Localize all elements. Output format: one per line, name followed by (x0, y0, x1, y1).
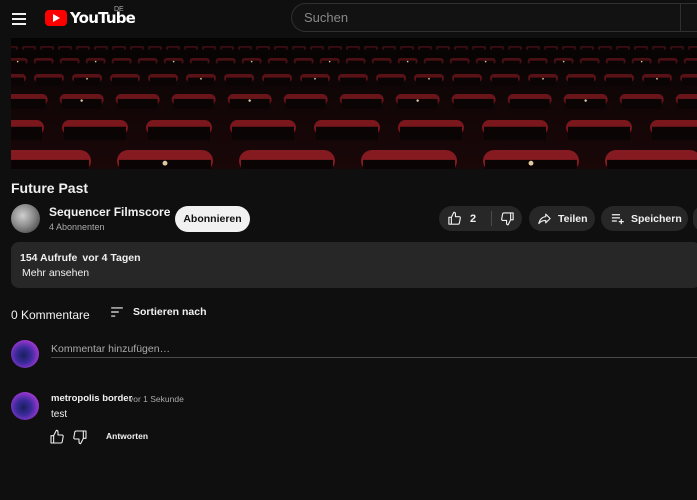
add-comment-input[interactable] (51, 340, 697, 358)
show-more-link[interactable]: Mehr ansehen (22, 267, 89, 279)
search-divider (680, 4, 681, 31)
share-icon (538, 213, 551, 225)
top-bar: YouTube DE (0, 0, 697, 36)
video-title: Future Past (11, 180, 89, 196)
video-player[interactable] (11, 38, 697, 169)
view-count: 154 Aufrufe (20, 252, 78, 264)
save-label: Speichern (631, 212, 682, 225)
save-button[interactable]: Speichern (601, 206, 688, 231)
more-actions-button[interactable] (693, 206, 697, 231)
subscriber-count: 4 Abonnenten (49, 222, 105, 232)
save-playlist-icon (611, 214, 624, 225)
subscribe-button[interactable]: Abonnieren (175, 206, 250, 232)
comment-author-avatar[interactable] (11, 392, 39, 420)
like-icon (50, 429, 64, 444)
like-button[interactable]: 2 (439, 206, 491, 231)
comment-like-button[interactable] (49, 429, 65, 445)
search-box (291, 3, 697, 32)
sort-icon (111, 307, 123, 317)
dislike-button[interactable] (492, 206, 522, 231)
youtube-logo-icon (45, 10, 67, 26)
video-frame-cinema-seats (11, 38, 697, 169)
description-meta: 154 Aufrufe vor 4 Tagen (20, 252, 141, 264)
user-avatar (11, 340, 39, 368)
comment-timestamp[interactable]: vor 1 Sekunde (129, 394, 184, 404)
search-input[interactable] (292, 4, 697, 31)
reply-button[interactable]: Antworten (106, 431, 148, 441)
like-dislike-group: 2 (439, 206, 522, 231)
share-label: Teilen (558, 212, 588, 225)
comment-text: test (51, 409, 68, 420)
region-code: DE (114, 6, 124, 13)
share-button[interactable]: Teilen (529, 206, 595, 231)
description-box[interactable]: 154 Aufrufe vor 4 Tagen Mehr ansehen (11, 242, 697, 288)
channel-avatar[interactable] (11, 204, 40, 233)
sort-comments-button[interactable]: Sortieren nach (110, 305, 207, 319)
dislike-icon (500, 212, 514, 226)
logo-text: YouTube (70, 9, 136, 27)
like-icon (448, 211, 461, 225)
like-count: 2 (470, 212, 477, 225)
dislike-icon (73, 430, 87, 445)
upload-date: vor 4 Tagen (82, 252, 141, 264)
comment-author[interactable]: metropolis border (51, 393, 132, 404)
comment-dislike-button[interactable] (72, 429, 88, 445)
menu-icon[interactable] (10, 8, 30, 28)
sort-label: Sortieren nach (133, 306, 207, 318)
comment-count: 0 Kommentare (11, 308, 90, 322)
channel-name[interactable]: Sequencer Filmscore (49, 205, 170, 219)
